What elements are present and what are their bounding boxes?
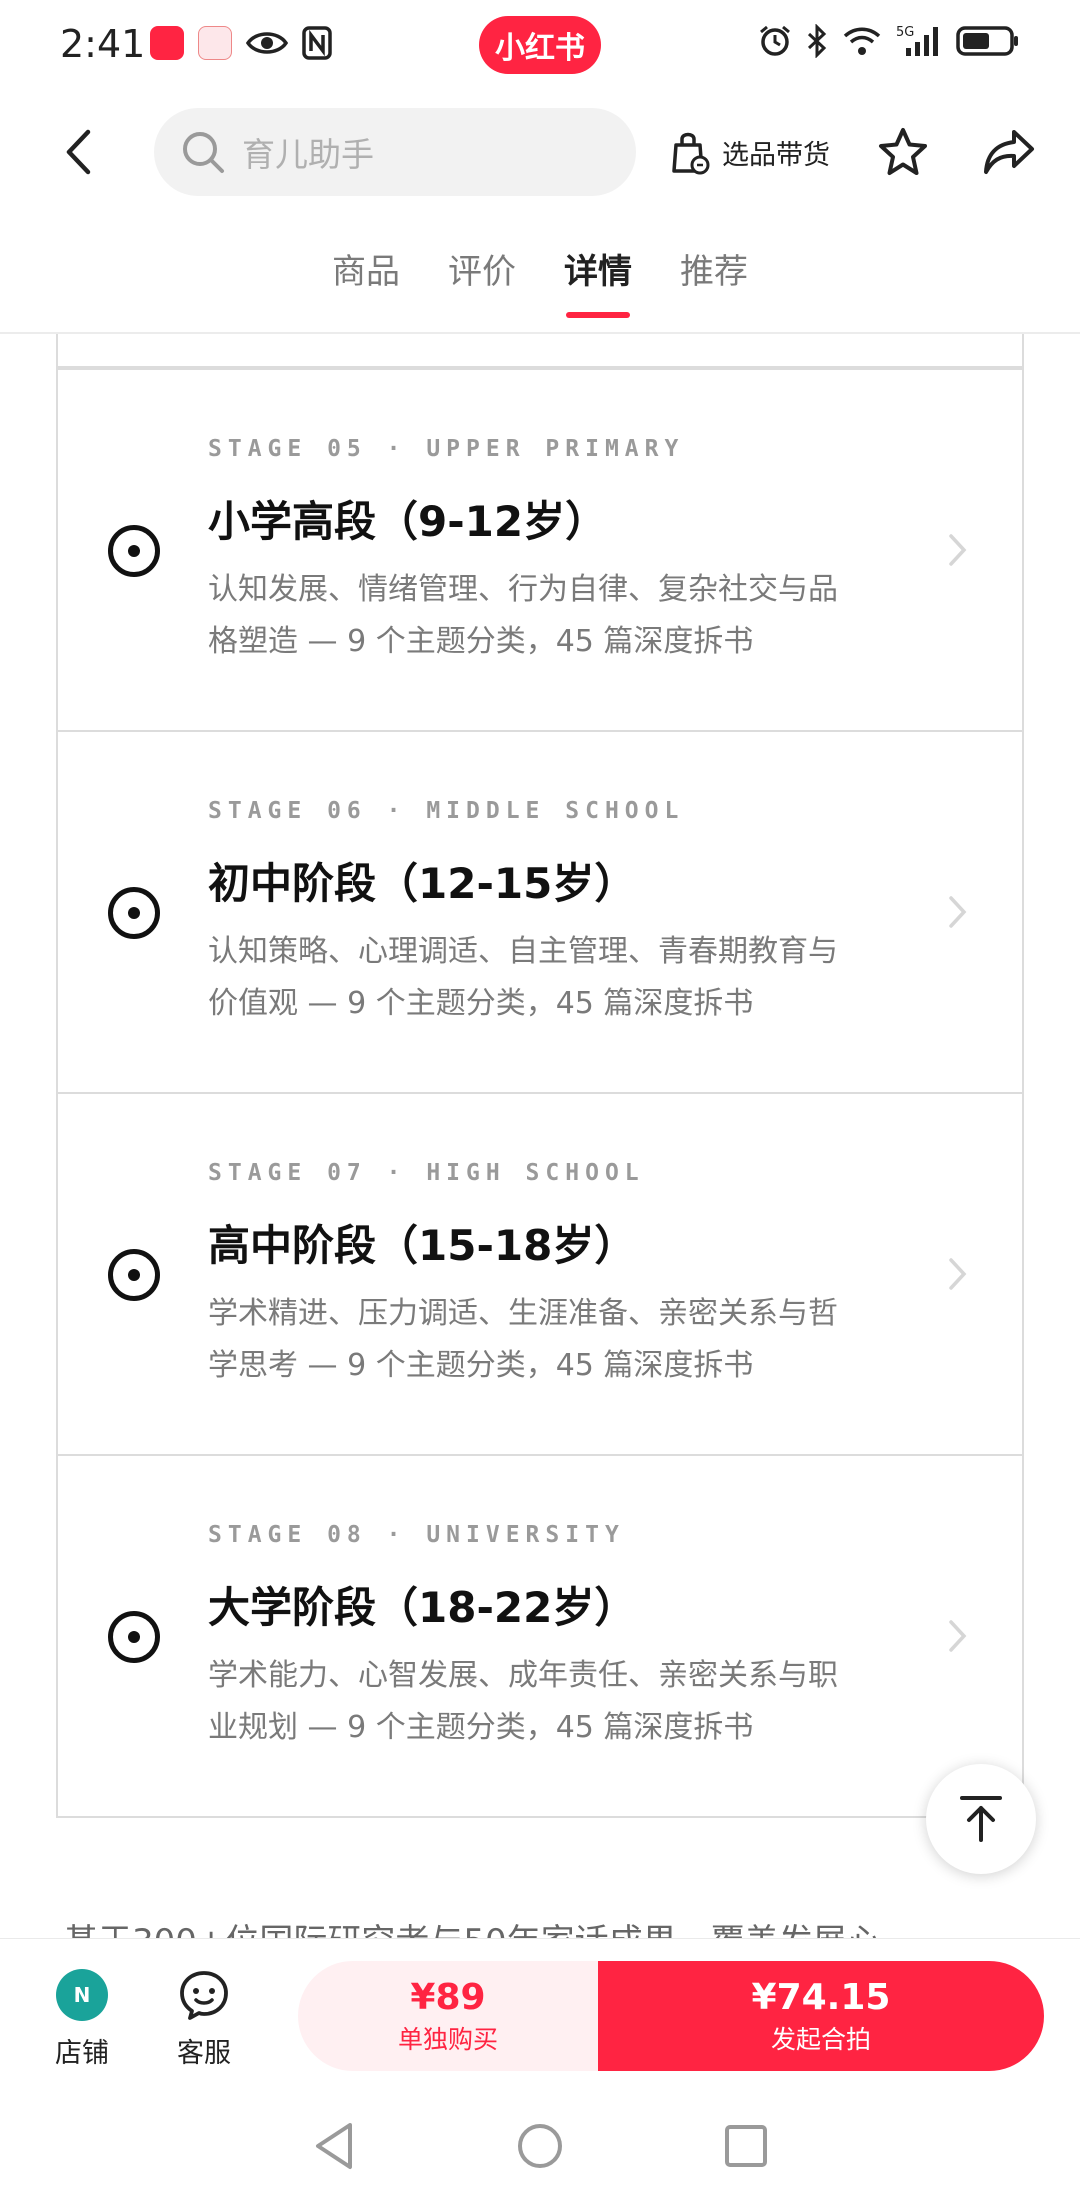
share-icon: [984, 130, 1034, 174]
stage-title: 初中阶段（12-15岁）: [208, 859, 637, 908]
stage-card-07[interactable]: STAGE 07 · HIGH SCHOOL 高中阶段（15-18岁） 学术精进…: [58, 1092, 1022, 1454]
tab-products[interactable]: 商品: [332, 232, 400, 312]
stage-description: 学术能力、心智发展、成年责任、亲密关系与职业规划 — 9 个主题分类，45 篇深…: [208, 1658, 838, 1745]
search-icon: [183, 132, 224, 173]
chevron-right-icon: [949, 534, 967, 566]
stage-card-05[interactable]: STAGE 05 · UPPER PRIMARY 小学高段（9-12岁） 认知发…: [58, 368, 1022, 730]
notification-app-icon: [150, 26, 184, 60]
radio-target-icon: [108, 887, 160, 939]
bluetooth-icon: [807, 24, 827, 58]
stage-list-top-cap: [56, 334, 1024, 368]
wifi-icon: [843, 27, 881, 55]
nfc-icon: [302, 26, 332, 60]
stage-description: 学术精进、压力调适、生涯准备、亲密关系与哲学思考 — 9 个主题分类，45 篇深…: [208, 1296, 838, 1383]
stage-card-06[interactable]: STAGE 06 · MIDDLE SCHOOL 初中阶段（12-15岁） 认知…: [58, 730, 1022, 1092]
arrow-up-to-top-icon: [960, 1796, 1002, 1842]
select-goods-button[interactable]: 选品带货: [670, 122, 830, 182]
chevron-left-icon: [66, 129, 91, 175]
huawei-app-icon: [198, 26, 232, 60]
brand-badge: 小红书: [479, 16, 601, 74]
nav-recents-icon[interactable]: [724, 2124, 768, 2168]
share-button[interactable]: [979, 122, 1039, 182]
shopping-bag-icon: [672, 132, 710, 175]
radio-target-icon: [108, 525, 160, 577]
stage-kicker: STAGE 05 · UPPER PRIMARY: [208, 436, 685, 462]
chevron-right-icon: [949, 1258, 967, 1290]
status-bar: 2:41 小红书 5G: [0, 0, 1080, 92]
tab-details[interactable]: 详情: [564, 232, 632, 312]
star-icon: [879, 128, 927, 175]
chevron-right-icon: [949, 896, 967, 928]
chevron-right-icon: [949, 1620, 967, 1652]
stage-card-08[interactable]: STAGE 08 · UNIVERSITY 大学阶段（18-22岁） 学术能力、…: [58, 1454, 1022, 1816]
nav-home-icon[interactable]: [516, 2122, 564, 2170]
solo-label: 单独购买: [397, 2024, 498, 2054]
detail-tabs: 商品 评价 详情 推荐: [0, 232, 1080, 332]
back-button[interactable]: [48, 120, 108, 184]
select-goods-label: 选品带货: [722, 139, 830, 171]
favorite-button[interactable]: [873, 122, 933, 182]
buy-alone-button[interactable]: ¥89 单独购买: [298, 1961, 598, 2071]
system-nav-bar: [0, 2088, 1080, 2204]
alarm-icon: [760, 25, 790, 56]
bottom-action-bar: N 店铺 客服 ¥89 单独购买 ¥74.15 发起合拍: [0, 1938, 1080, 2088]
eye-icon: [246, 32, 288, 54]
status-left-icons: [150, 26, 332, 60]
back-to-top-button[interactable]: [926, 1764, 1036, 1874]
status-right-icons: 5G: [758, 24, 1020, 58]
stage-kicker: STAGE 07 · HIGH SCHOOL: [208, 1160, 645, 1186]
signal-icon: 5G: [896, 25, 938, 56]
group-label: 发起合拍: [770, 2024, 871, 2054]
nav-back-icon[interactable]: [312, 2121, 356, 2171]
search-input[interactable]: 育儿助手: [154, 108, 636, 196]
network-label: 5G: [896, 25, 914, 40]
stage-kicker: STAGE 08 · UNIVERSITY: [208, 1522, 625, 1548]
status-time: 2:41: [60, 22, 146, 66]
stage-kicker: STAGE 06 · MIDDLE SCHOOL: [208, 798, 685, 824]
customer-service-button[interactable]: 客服: [154, 1969, 254, 2070]
shop-button[interactable]: N 店铺: [32, 1969, 132, 2070]
top-header: 育儿助手 选品带货: [0, 92, 1080, 212]
tab-recommend[interactable]: 推荐: [680, 232, 748, 312]
stage-list: STAGE 05 · UPPER PRIMARY 小学高段（9-12岁） 认知发…: [56, 368, 1024, 1818]
chat-smile-icon: [180, 1971, 228, 2020]
shop-label: 店铺: [55, 2038, 109, 2069]
service-label: 客服: [177, 2038, 231, 2069]
stage-title: 高中阶段（15-18岁）: [208, 1221, 637, 1270]
group-price: ¥74.15: [751, 1976, 891, 2018]
stage-description: 认知发展、情绪管理、行为自律、复杂社交与品格塑造 — 9 个主题分类，45 篇深…: [208, 572, 838, 659]
search-placeholder: 育儿助手: [242, 135, 374, 174]
tab-reviews[interactable]: 评价: [448, 232, 516, 312]
stage-title: 大学阶段（18-22岁）: [208, 1583, 637, 1632]
solo-price: ¥89: [410, 1976, 486, 2018]
shop-logo-icon: N: [56, 1969, 108, 2021]
battery-icon: [956, 26, 1018, 56]
radio-target-icon: [108, 1611, 160, 1663]
stage-title: 小学高段（9-12岁）: [208, 497, 608, 546]
stage-description: 认知策略、心理调适、自主管理、青春期教育与价值观 — 9 个主题分类，45 篇深…: [208, 934, 838, 1021]
group-buy-button[interactable]: ¥74.15 发起合拍: [598, 1961, 1044, 2071]
radio-target-icon: [108, 1249, 160, 1301]
